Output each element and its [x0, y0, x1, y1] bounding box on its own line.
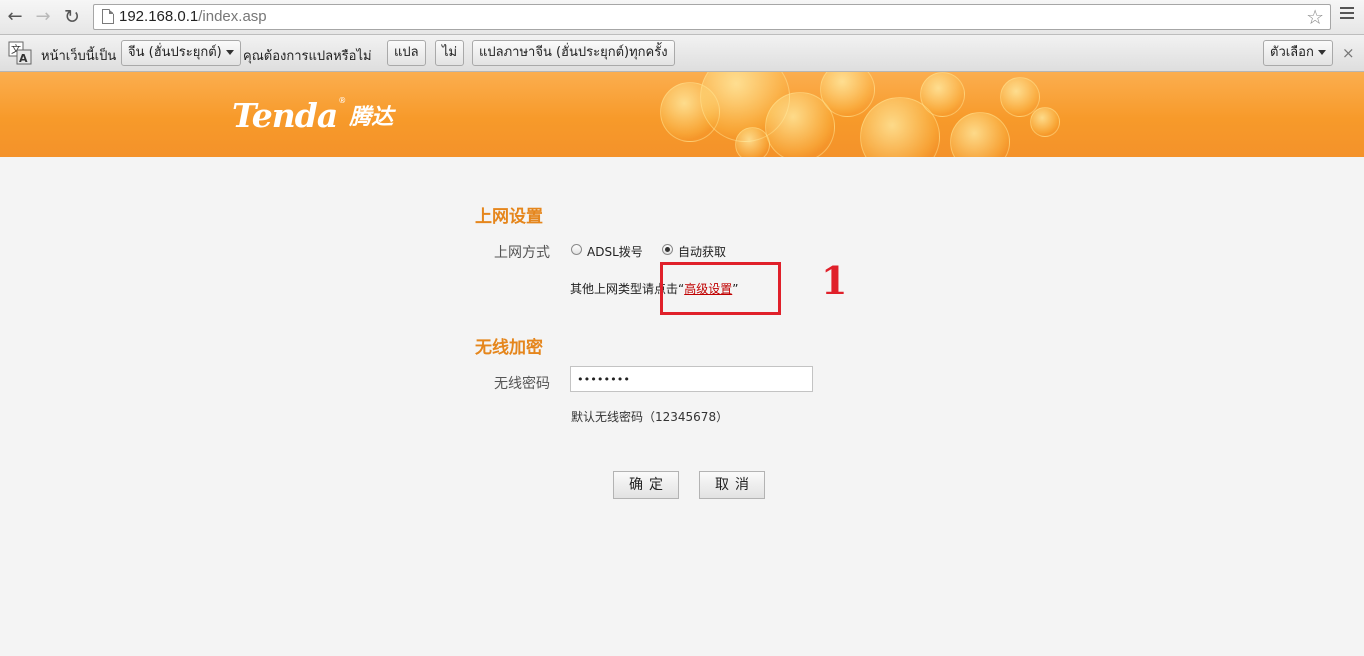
language-select-value: จีน (ฮั่นประยุกต์) [128, 45, 222, 60]
wireless-encryption-title: 无线加密 [475, 338, 543, 358]
url-path: /index.asp [198, 8, 267, 25]
url-text[interactable]: 192.168.0.1/index.asp [119, 8, 267, 25]
options-button[interactable]: ตัวเลือก [1263, 40, 1333, 66]
language-select[interactable]: จีน (ฮั่นประยุกต์) [121, 40, 241, 66]
auto-obtain-radio[interactable] [662, 244, 673, 255]
annotation-highlight-box [660, 262, 781, 315]
logo-brand-cn: 腾达 [349, 105, 394, 130]
logo-registered-mark: ® [338, 96, 347, 105]
url-host: 192.168.0.1 [119, 8, 199, 25]
close-icon[interactable]: × [1342, 44, 1355, 62]
connection-mode-label: 上网方式 [494, 245, 550, 261]
menu-icon[interactable] [1340, 7, 1354, 23]
tenda-logo: Tenda®腾达 [232, 96, 393, 135]
confirm-button[interactable]: 确定 [613, 471, 679, 499]
adsl-radio-label: ADSL拨号 [587, 245, 643, 259]
star-icon[interactable]: ☆ [1306, 6, 1324, 28]
annotation-step-number: 1 [821, 258, 848, 303]
translate-icon: 文 A [8, 41, 32, 65]
no-translate-button[interactable]: ไม่ [435, 40, 465, 66]
adsl-radio[interactable] [571, 244, 582, 255]
translate-button[interactable]: แปล [387, 40, 426, 66]
address-bar[interactable]: 192.168.0.1/index.asp ☆ [93, 4, 1331, 30]
internet-settings-title: 上网设置 [475, 207, 543, 227]
back-arrow-icon[interactable]: ← [4, 6, 26, 28]
translate-question-text: คุณต้องการแปลหรือไม่ [243, 49, 372, 64]
default-password-hint: 默认无线密码（12345678） [571, 410, 729, 424]
bubble-decoration [1030, 107, 1060, 137]
forward-arrow-icon[interactable]: → [32, 6, 54, 28]
chevron-down-icon [225, 50, 234, 55]
translate-prefix-text: หน้าเว็บนี้เป็น [41, 49, 117, 64]
browser-toolbar: ← → ↻ 192.168.0.1/index.asp ☆ [0, 0, 1364, 35]
auto-obtain-radio-label: 自动获取 [678, 245, 727, 259]
bubble-decoration [735, 127, 770, 157]
page-icon [102, 9, 114, 24]
header-banner: Tenda®腾达 [0, 72, 1364, 157]
chevron-down-icon [1317, 50, 1326, 55]
cancel-button[interactable]: 取消 [699, 471, 765, 499]
svg-text:A: A [19, 52, 28, 65]
reload-icon[interactable]: ↻ [61, 6, 83, 28]
translate-bar: 文 A หน้าเว็บนี้เป็น จีน (ฮั่นประยุกต์) ค… [0, 35, 1364, 72]
logo-brand-en: Tenda [232, 96, 338, 135]
bubble-decoration [950, 112, 1010, 157]
bubble-decoration [920, 72, 965, 117]
wireless-password-label: 无线密码 [494, 376, 550, 392]
options-button-label: ตัวเลือก [1270, 45, 1314, 60]
wireless-password-input[interactable] [570, 366, 813, 392]
always-translate-button[interactable]: แปลภาษาจีน (ฮั่นประยุกต์)ทุกครั้ง [472, 40, 675, 66]
